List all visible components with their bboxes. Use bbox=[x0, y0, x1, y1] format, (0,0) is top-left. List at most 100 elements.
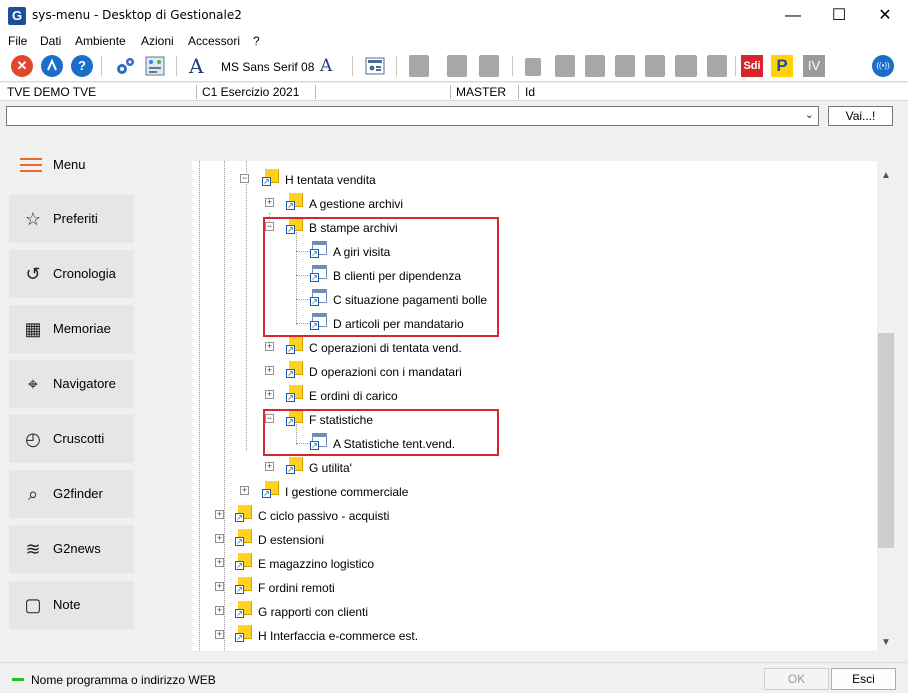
iv-icon[interactable]: IV bbox=[803, 55, 825, 77]
shape-icon[interactable] bbox=[555, 55, 575, 77]
binoculars-icon[interactable] bbox=[409, 55, 429, 77]
sidebar-item-memoriae[interactable]: ▦ Memoriae bbox=[9, 305, 134, 353]
tree-item-label: F ordini remoti bbox=[258, 581, 335, 595]
font-name-label: MS Sans Serif 08 bbox=[221, 60, 315, 74]
sidebar-item-g2news[interactable]: ≋ G2news bbox=[9, 525, 134, 573]
expand-icon[interactable]: + bbox=[215, 606, 224, 615]
sidebar-item-note[interactable]: ▢ Note bbox=[9, 581, 134, 629]
tree-item-label: G rapporti con clienti bbox=[258, 605, 369, 619]
menu-ambiente[interactable]: Ambiente bbox=[75, 34, 126, 48]
tree-folder-item[interactable]: + ↗ D estensioni bbox=[192, 529, 872, 549]
expand-icon[interactable]: + bbox=[265, 390, 274, 399]
go-button[interactable]: Vai...! bbox=[828, 106, 893, 126]
menu-help[interactable]: ? bbox=[253, 34, 260, 48]
scroll-down-arrow-icon[interactable]: ▼ bbox=[877, 634, 895, 651]
sidebar-item-preferiti[interactable]: ☆ Preferiti bbox=[9, 195, 134, 243]
tree-item-label: H tentata vendita bbox=[285, 173, 376, 187]
strip-separator bbox=[315, 85, 316, 99]
tree-folder-item[interactable]: + ↗ C operazioni di tentata vend. bbox=[192, 337, 872, 357]
g2-navigate-icon[interactable] bbox=[41, 55, 63, 77]
tree-folder-item[interactable]: + ↗ E ordini di carico bbox=[192, 385, 872, 405]
globe-icon[interactable] bbox=[675, 55, 697, 77]
scroll-up-arrow-icon[interactable]: ▲ bbox=[877, 167, 895, 184]
expand-icon[interactable]: + bbox=[215, 510, 224, 519]
window-title: sys-menu - Desktop di Gestionale2 bbox=[32, 8, 242, 22]
tree-folder-item[interactable]: + ↗ C ciclo passivo - acquisti bbox=[192, 505, 872, 525]
toolbar-separator bbox=[735, 56, 736, 76]
sidebar-item-cronologia[interactable]: ↺ Cronologia bbox=[9, 250, 134, 298]
p-icon[interactable]: P bbox=[771, 55, 793, 77]
tree-folder-item[interactable]: + ↗ G utilita' bbox=[192, 457, 872, 477]
font-icon[interactable]: A bbox=[189, 55, 211, 77]
control-panel-icon[interactable] bbox=[144, 55, 166, 77]
expand-icon[interactable]: + bbox=[265, 342, 274, 351]
expand-icon[interactable]: + bbox=[215, 630, 224, 639]
tree-folder-item[interactable]: + ↗ G rapporti con clienti bbox=[192, 601, 872, 621]
fiscal-year-label: C1 Esercizio 2021 bbox=[202, 85, 300, 99]
binoculars-next-icon[interactable] bbox=[447, 55, 467, 77]
toolbar: ✕ ? A MS Sans Serif 08 A Sdi P IV ((•)) bbox=[0, 51, 908, 82]
expand-icon[interactable]: + bbox=[215, 558, 224, 567]
tree-folder-item[interactable]: + ↗ D operazioni con i mandatari bbox=[192, 361, 872, 381]
maximize-button[interactable]: ☐ bbox=[816, 0, 862, 31]
printer-icon[interactable] bbox=[585, 55, 605, 77]
shortcut-arrow-icon: ↗ bbox=[235, 585, 244, 594]
font-size-icon[interactable]: A bbox=[320, 55, 342, 77]
close-window-button[interactable]: ✕ bbox=[862, 0, 908, 31]
toolbar-separator bbox=[176, 56, 177, 76]
gauge-icon: ◴ bbox=[25, 429, 41, 449]
program-input[interactable] bbox=[7, 107, 787, 125]
book-icon[interactable] bbox=[615, 55, 635, 77]
expand-icon[interactable]: + bbox=[265, 366, 274, 375]
tree-folder-item[interactable]: + ↗ F ordini remoti bbox=[192, 577, 872, 597]
menu-file[interactable]: File bbox=[8, 34, 27, 48]
ok-button[interactable]: OK bbox=[764, 668, 829, 690]
scroll-thumb[interactable] bbox=[878, 333, 894, 548]
expand-icon[interactable]: + bbox=[265, 198, 274, 207]
favorite-add-icon[interactable] bbox=[479, 55, 499, 77]
tree-folder-item[interactable]: + ↗ H Interfaccia e-commerce est. bbox=[192, 625, 872, 645]
toolbar-separator bbox=[512, 56, 513, 76]
tree-folder-item[interactable]: − ↗ H tentata vendita bbox=[192, 169, 872, 189]
tree-folder-item[interactable]: + ↗ E magazzino logistico bbox=[192, 553, 872, 573]
expand-icon[interactable]: + bbox=[265, 462, 274, 471]
user-label: MASTER bbox=[456, 85, 507, 99]
user-card-icon[interactable] bbox=[364, 55, 386, 77]
menu-azioni[interactable]: Azioni bbox=[141, 34, 174, 48]
exit-icon[interactable]: ✕ bbox=[11, 55, 33, 77]
document-icon[interactable] bbox=[525, 58, 541, 76]
expand-icon[interactable]: + bbox=[240, 486, 249, 495]
tree-folder-item[interactable]: + ↗ I gestione commerciale bbox=[192, 481, 872, 501]
page-icon[interactable] bbox=[707, 55, 727, 77]
help-icon[interactable]: ? bbox=[71, 55, 93, 77]
collapse-icon[interactable]: − bbox=[240, 174, 249, 183]
note-icon: ▢ bbox=[24, 595, 42, 615]
expand-icon[interactable]: + bbox=[215, 582, 224, 591]
tree-item-label: D operazioni con i mandatari bbox=[309, 365, 462, 379]
hamburger-icon[interactable] bbox=[20, 158, 42, 172]
exit-button[interactable]: Esci bbox=[831, 668, 896, 690]
menu-accessori[interactable]: Accessori bbox=[188, 34, 240, 48]
bottom-bar: Nome programma o indirizzo WEB OK Esci bbox=[0, 662, 908, 693]
sidebar-item-navigatore[interactable]: ⌖ Navigatore bbox=[9, 360, 134, 408]
toolbar-separator bbox=[396, 56, 397, 76]
shortcut-arrow-icon: ↗ bbox=[286, 201, 295, 210]
tree-folder-item[interactable]: + ↗ A gestione archivi bbox=[192, 193, 872, 213]
toolbar-separator bbox=[101, 56, 102, 76]
chevron-down-icon[interactable]: ⌄ bbox=[805, 108, 814, 121]
tree-scrollbar[interactable]: ▲ ▼ bbox=[877, 161, 895, 651]
folder-icon: ↗ bbox=[235, 529, 252, 546]
tree-item-label: I gestione commerciale bbox=[285, 485, 409, 499]
menu-dati[interactable]: Dati bbox=[40, 34, 61, 48]
settings-gears-icon[interactable] bbox=[114, 55, 136, 77]
sdi-icon[interactable]: Sdi bbox=[741, 55, 763, 77]
program-combobox[interactable]: ⌄ bbox=[6, 106, 819, 126]
sidebar-item-cruscotti[interactable]: ◴ Cruscotti bbox=[9, 415, 134, 463]
wireless-icon[interactable]: ((•)) bbox=[872, 55, 894, 77]
tree-item-label: H Interfaccia e-commerce est. bbox=[258, 629, 419, 643]
folder-icon: ↗ bbox=[286, 385, 303, 402]
minimize-button[interactable]: — bbox=[770, 0, 816, 31]
sidebar-item-g2finder[interactable]: ⌕ G2finder bbox=[9, 470, 134, 518]
expand-icon[interactable]: + bbox=[215, 534, 224, 543]
book-open-icon[interactable] bbox=[645, 55, 665, 77]
